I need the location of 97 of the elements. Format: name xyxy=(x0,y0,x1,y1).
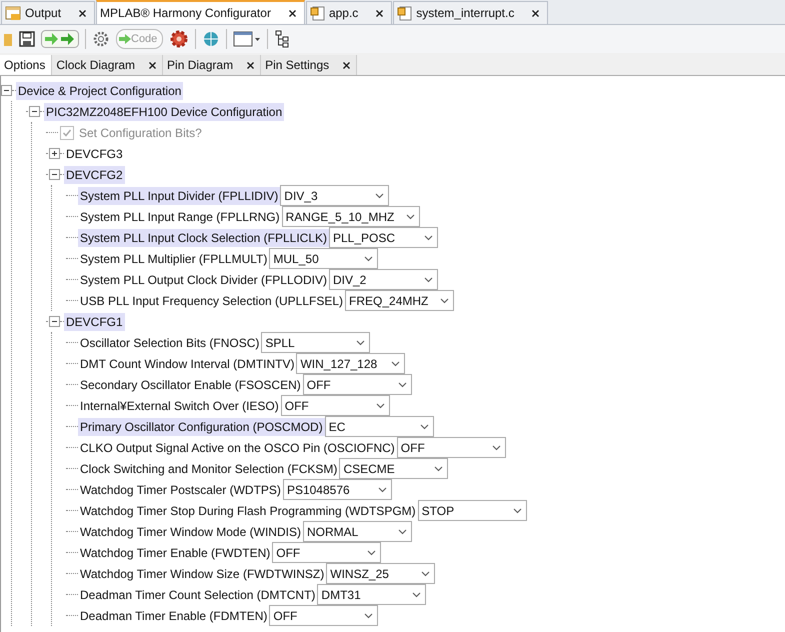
value-dropdown[interactable]: DIV_2 xyxy=(328,269,438,290)
chevron-down-icon xyxy=(512,508,522,514)
setting-label: Watchdog Timer Enable (FWDTEN) xyxy=(79,544,272,562)
globe-icon[interactable] xyxy=(202,30,220,48)
editor-tab[interactable]: MPLAB® Harmony Configurator xyxy=(96,0,305,24)
tree-node-label[interactable]: DEVCFG3 xyxy=(64,144,125,162)
chevron-down-icon xyxy=(440,298,450,304)
setting-label: Primary Oscillator Configuration (POSCMOD) xyxy=(78,418,325,436)
chevron-down-icon xyxy=(424,276,433,282)
close-icon[interactable] xyxy=(288,10,296,16)
setting-label: Watchdog Timer Window Size (FWDTWINSZ) xyxy=(79,566,326,582)
tree-structure-icon[interactable] xyxy=(274,30,290,48)
collapse-icon[interactable] xyxy=(1,85,12,96)
file-icon xyxy=(397,6,412,20)
value-dropdown[interactable]: WINSZ_25 xyxy=(326,563,436,584)
cog-icon[interactable] xyxy=(169,29,190,49)
setting-label: Watchdog Timer Postscaler (WDTPS) xyxy=(79,482,282,498)
expand-icon[interactable] xyxy=(49,148,60,159)
close-icon[interactable] xyxy=(532,10,540,16)
close-icon[interactable] xyxy=(149,62,156,68)
value-dropdown[interactable]: PLL_POSC xyxy=(329,227,438,248)
arrow-icon xyxy=(119,34,131,44)
close-icon[interactable] xyxy=(376,10,384,16)
chevron-down-icon xyxy=(375,192,384,198)
chevron-down-icon xyxy=(492,444,501,450)
file-icon xyxy=(310,6,325,20)
chevron-down-icon xyxy=(406,214,416,220)
chevron-down-icon xyxy=(398,528,407,534)
value-dropdown[interactable]: RANGE_5_10_MHZ xyxy=(282,206,420,227)
value-dropdown[interactable]: NORMAL xyxy=(302,521,412,542)
setting-label: Watchdog Timer Window Mode (WINDIS) xyxy=(79,524,302,540)
tree-node-label[interactable]: DEVCFG1 xyxy=(64,312,125,330)
collapse-icon[interactable] xyxy=(49,169,60,180)
close-icon[interactable] xyxy=(343,62,350,68)
setting-label: Secondary Oscillator Enable (FSOSCEN) xyxy=(79,376,302,394)
chevron-down-icon xyxy=(420,424,429,430)
chevron-down-icon xyxy=(398,382,407,388)
setting-label: System PLL Output Clock Divider (FPLLODIV) xyxy=(79,272,328,288)
chevron-down-icon xyxy=(391,360,400,366)
value-dropdown[interactable]: MUL_50 xyxy=(269,248,378,269)
close-icon[interactable] xyxy=(79,10,86,16)
setting-label: System PLL Input Range (FPLLRNG) xyxy=(79,208,281,226)
chevron-down-icon xyxy=(364,256,374,262)
chevron-down-icon xyxy=(424,234,433,240)
value-dropdown[interactable]: OFF xyxy=(396,437,506,458)
setting-label: Watchdog Timer Stop During Flash Programming (WDTSPGM) xyxy=(79,502,417,520)
chevron-down-icon xyxy=(378,486,387,492)
setting-label: System PLL Input Clock Selection (FPLLICLK) xyxy=(78,228,329,246)
value-dropdown[interactable]: DMT31 xyxy=(317,584,426,605)
setting-label: Deadman Timer Enable (FDMTEN) xyxy=(79,608,268,624)
tree-node-label[interactable]: PIC32MZ2048EFH100 Device Configuration xyxy=(44,102,284,120)
editor-tab[interactable]: system_interrupt.c xyxy=(393,1,548,24)
setting-label: Internal¥External Switch Over (IESO) xyxy=(79,398,280,414)
tree-node-label[interactable]: DEVCFG2 xyxy=(64,166,125,184)
value-dropdown[interactable]: EC xyxy=(324,416,434,437)
setting-label: Deadman Timer Count Selection (DMTCNT) xyxy=(79,586,316,604)
value-dropdown[interactable]: OFF xyxy=(272,542,382,563)
value-dropdown[interactable]: CSECME xyxy=(339,458,448,479)
setting-label: DMT Count Window Interval (DMTINTV) xyxy=(79,356,296,372)
chevron-down-icon xyxy=(412,592,422,598)
output-window-icon xyxy=(5,6,21,20)
collapse-icon[interactable] xyxy=(49,316,60,327)
checkbox-label: Set Configuration Bits? xyxy=(78,124,203,142)
forward-arrows-icon[interactable] xyxy=(41,30,79,48)
window-dropdown-icon[interactable] xyxy=(233,31,262,47)
view-tab[interactable]: Clock Diagram xyxy=(52,55,164,75)
setting-label: Clock Switching and Monitor Selection (FCKSM) xyxy=(79,460,338,478)
value-dropdown[interactable]: SPLL xyxy=(261,332,370,353)
value-dropdown[interactable]: STOP xyxy=(418,500,527,521)
setting-label: CLKO Output Signal Active on the OSCO Pin (OSCIOFNC) xyxy=(79,440,396,456)
view-tab[interactable]: Pin Diagram xyxy=(163,55,262,75)
value-dropdown[interactable]: PS1048576 xyxy=(282,479,392,500)
value-dropdown[interactable]: WIN_127_128 xyxy=(296,353,406,374)
tree-node-label[interactable]: Device & Project Configuration xyxy=(16,82,184,100)
editor-tab[interactable]: app.c xyxy=(306,1,392,24)
collapse-icon[interactable] xyxy=(29,106,40,117)
setting-label: System PLL Input Divider (FPLLIDIV) xyxy=(78,186,280,204)
setting-label: System PLL Multiplier (FPLLMULT) xyxy=(79,250,268,268)
chevron-down-icon xyxy=(421,570,430,576)
value-dropdown[interactable]: OFF xyxy=(269,605,378,626)
setting-label: Oscillator Selection Bits (FNOSC) xyxy=(79,334,260,352)
chevron-down-icon xyxy=(367,550,376,556)
editor-tab[interactable]: Output xyxy=(1,1,96,24)
chevron-down-icon xyxy=(376,402,385,408)
chevron-down-icon xyxy=(434,466,444,472)
chevron-down-icon xyxy=(356,340,366,346)
value-dropdown[interactable]: OFF xyxy=(302,374,412,395)
chevron-down-icon xyxy=(364,612,374,618)
gear-icon[interactable] xyxy=(92,30,110,48)
view-tab[interactable]: Pin Settings xyxy=(261,55,358,75)
value-dropdown[interactable]: OFF xyxy=(280,395,390,416)
value-dropdown[interactable]: DIV_3 xyxy=(280,185,390,206)
setting-label: USB PLL Input Frequency Selection (UPLLFSEL) xyxy=(79,292,344,310)
close-icon[interactable] xyxy=(247,62,254,68)
view-tab[interactable]: Options xyxy=(0,55,52,75)
value-dropdown[interactable]: FREQ_24MHZ xyxy=(345,290,454,311)
save-icon[interactable] xyxy=(19,31,35,47)
